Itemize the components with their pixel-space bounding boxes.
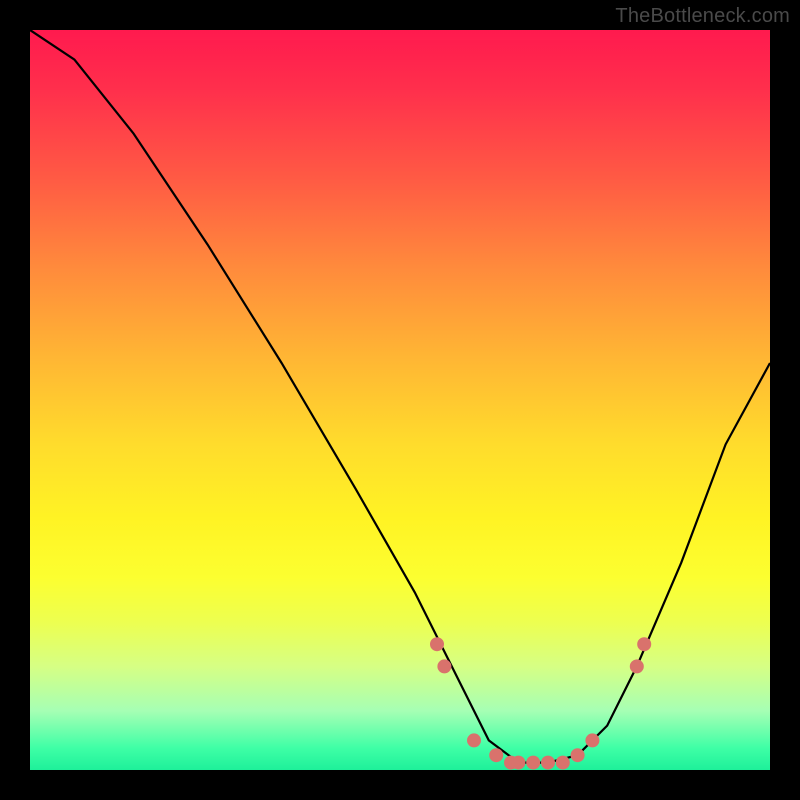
highlight-dot bbox=[526, 756, 540, 770]
watermark-label: TheBottleneck.com bbox=[615, 5, 790, 28]
highlight-dot bbox=[489, 748, 503, 762]
curve-path bbox=[30, 30, 770, 763]
highlight-dot bbox=[585, 733, 599, 747]
highlight-dot bbox=[637, 637, 651, 651]
highlight-dot bbox=[430, 637, 444, 651]
plot-area bbox=[30, 30, 770, 770]
highlight-dot bbox=[630, 659, 644, 673]
bottleneck-curve bbox=[30, 30, 770, 770]
chart-frame: TheBottleneck.com bbox=[0, 0, 800, 800]
highlight-dot bbox=[541, 756, 555, 770]
highlight-dot bbox=[571, 748, 585, 762]
highlight-dot bbox=[556, 756, 570, 770]
highlight-dot bbox=[437, 659, 451, 673]
highlight-dot bbox=[467, 733, 481, 747]
highlight-dot bbox=[511, 756, 525, 770]
